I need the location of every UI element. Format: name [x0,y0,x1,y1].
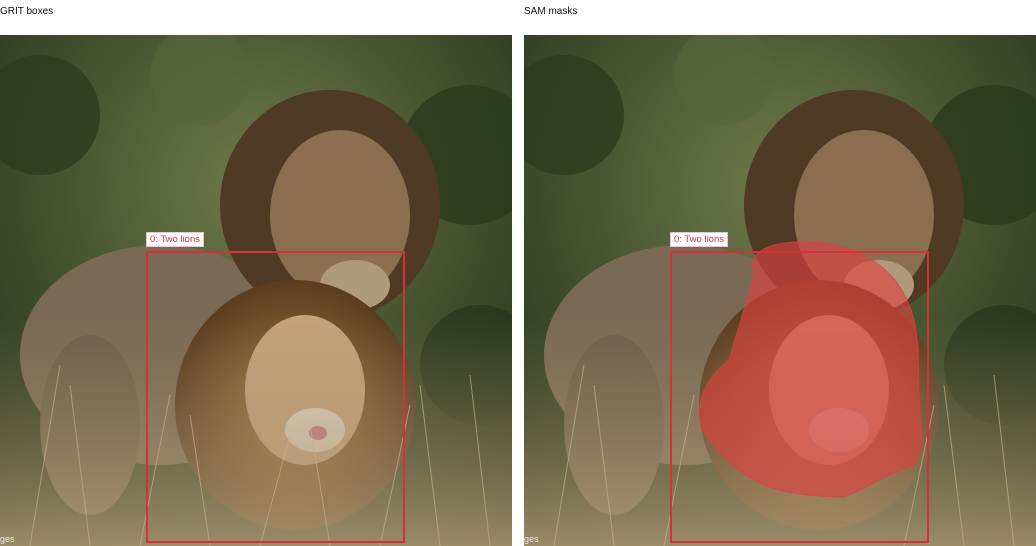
detection-box [670,251,929,543]
detection-label: 0: Two lions [146,232,204,247]
watermark-text: ges [0,534,15,544]
sam-panel: ges 0: Two lions [524,35,1036,546]
panel-title-grit: GRIT boxes [0,6,54,17]
grit-panel: ges 0: Two lions [0,35,512,546]
detection-label: 0: Two lions [670,232,728,247]
watermark-text: ges [524,534,539,544]
panel-title-sam: SAM masks [524,6,578,17]
detection-box [146,251,405,543]
